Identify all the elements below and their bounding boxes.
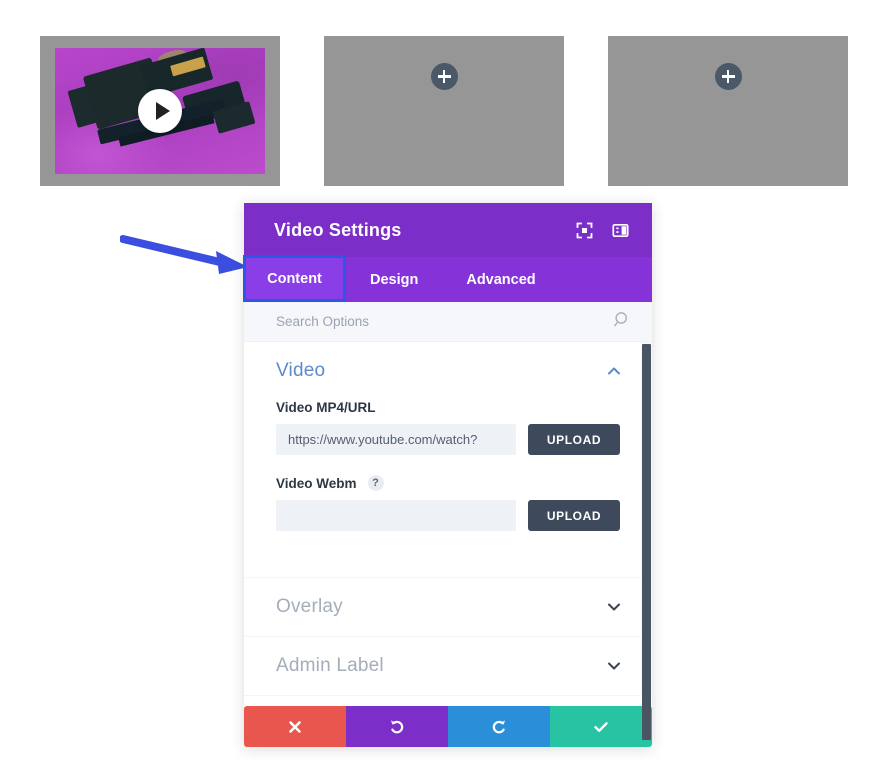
plus-icon[interactable]: [430, 63, 458, 90]
field-video-webm-label: Video Webm ?: [276, 475, 620, 491]
page-title: Video Settings: [274, 219, 402, 240]
field-video-webm: Video Webm ? UPLOAD: [276, 475, 620, 531]
modal-tabbar: Content Design Advanced: [243, 255, 652, 302]
search-icon[interactable]: [613, 311, 630, 333]
section-overlay-title: Overlay: [276, 596, 343, 617]
section-video-fields: Video MP4/URL UPLOAD Video Webm ? UPLOAD: [244, 400, 652, 577]
video-module-empty-2[interactable]: [608, 36, 848, 186]
upload-button-webm[interactable]: UPLOAD: [528, 500, 620, 531]
section-admin-label-header[interactable]: Admin Label: [244, 637, 652, 695]
modal-action-bar: [244, 706, 652, 747]
expand-icon[interactable]: [570, 216, 598, 244]
video-thumbnail: [55, 48, 265, 174]
chevron-up-icon[interactable]: [606, 363, 622, 379]
video-webm-input[interactable]: [276, 500, 516, 531]
chevron-down-icon[interactable]: [606, 599, 622, 615]
section-video: Video Video MP4/URL UPLOAD: [244, 342, 652, 578]
redo-button[interactable]: [448, 706, 550, 747]
field-video-mp4-url-row: UPLOAD: [276, 424, 620, 455]
section-overlay: Overlay: [244, 578, 652, 637]
settings-panel-body: Video Video MP4/URL UPLOAD: [244, 342, 652, 740]
tab-design-label: Design: [370, 271, 419, 288]
vertical-scrollbar[interactable]: [641, 342, 652, 740]
redo-icon: [492, 719, 505, 733]
module-row: [40, 36, 848, 186]
video-module-empty-1[interactable]: [324, 36, 564, 186]
close-icon: [289, 720, 301, 733]
play-icon[interactable]: [138, 89, 182, 133]
tab-design[interactable]: Design: [346, 257, 442, 302]
tab-advanced-label: Advanced: [466, 271, 536, 288]
field-video-mp4-url-label: Video MP4/URL: [276, 400, 376, 415]
plus-vertical-bar: [442, 70, 446, 83]
video-mp4-url-input[interactable]: [276, 424, 516, 455]
help-icon[interactable]: ?: [367, 475, 384, 491]
chevron-down-icon[interactable]: [606, 658, 622, 674]
undo-icon: [391, 719, 404, 733]
tab-content-label: Content: [267, 270, 322, 287]
undo-button[interactable]: [346, 706, 448, 747]
tab-content[interactable]: Content: [243, 255, 346, 302]
plus-icon[interactable]: [714, 63, 742, 90]
section-overlay-header[interactable]: Overlay: [244, 578, 652, 636]
plus-vertical-bar: [726, 70, 730, 83]
layout-panel-icon[interactable]: [606, 216, 634, 244]
arrow-right-icon: [120, 235, 248, 274]
upload-button-mp4[interactable]: UPLOAD: [528, 424, 620, 455]
scrollbar-thumb[interactable]: [642, 344, 651, 740]
cancel-button[interactable]: [244, 706, 346, 747]
video-module-filled[interactable]: [40, 36, 280, 186]
section-admin-label-title: Admin Label: [276, 655, 384, 676]
tab-advanced[interactable]: Advanced: [442, 257, 559, 302]
section-admin-label: Admin Label: [244, 637, 652, 696]
field-video-webm-row: UPLOAD: [276, 500, 620, 531]
search-options-bar[interactable]: [244, 302, 652, 342]
field-video-mp4-url: Video MP4/URL UPLOAD: [276, 400, 620, 455]
search-input[interactable]: [276, 314, 613, 329]
video-settings-modal: Video Settings Content Design Advanced S…: [243, 203, 652, 747]
section-video-title: Video: [276, 360, 326, 381]
section-video-header[interactable]: Video: [244, 342, 652, 400]
checkmark-icon: [594, 721, 608, 732]
save-button[interactable]: [550, 706, 652, 747]
modal-header: Video Settings: [244, 203, 652, 257]
